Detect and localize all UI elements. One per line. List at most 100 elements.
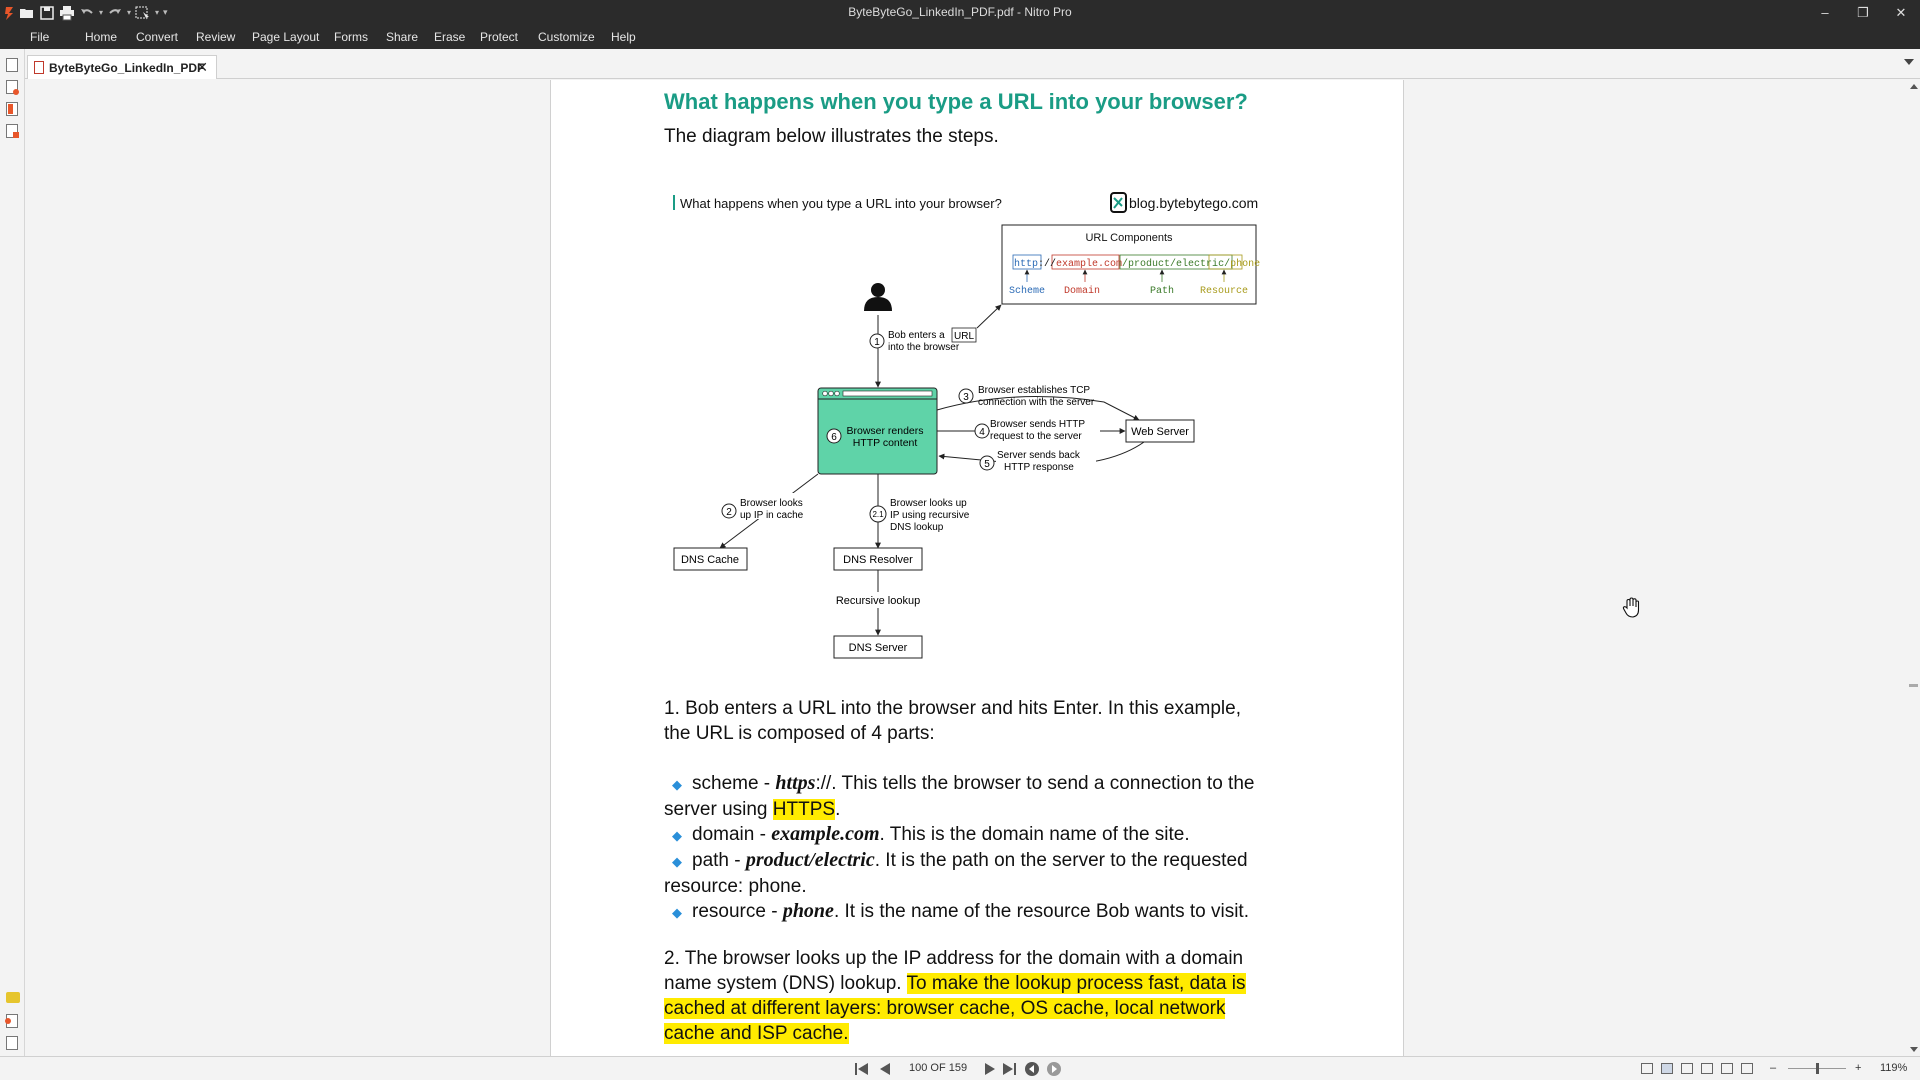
zoom-level[interactable]: 119%	[1880, 1062, 1907, 1074]
vertical-scrollbar[interactable]	[1907, 80, 1920, 1056]
window-title: ByteByteGo_LinkedIn_PDF.pdf - Nitro Pro	[848, 5, 1072, 19]
continuous-facing-view-icon[interactable]	[1701, 1063, 1713, 1074]
step1-label: Bob enters a	[888, 330, 945, 341]
restore-button[interactable]: ❐	[1844, 0, 1882, 25]
url-components-title: URL Components	[1085, 232, 1173, 244]
next-page-icon[interactable]	[984, 1063, 996, 1078]
url-flow-diagram: What happens when you type a URL into yo…	[664, 180, 1264, 665]
diamond-bullet-icon: ◆	[672, 854, 682, 869]
last-page-icon[interactable]	[1002, 1063, 1016, 1078]
step2-label: Browser looks	[740, 498, 803, 509]
browser-box: 6 Browser renders HTTP content	[817, 387, 938, 475]
next-view-icon[interactable]	[1047, 1062, 1061, 1079]
minimize-button[interactable]: –	[1806, 0, 1844, 25]
output-panel-icon[interactable]	[6, 1036, 18, 1050]
svg-text:2.1: 2.1	[872, 510, 884, 519]
continuous-view-icon[interactable]	[1661, 1063, 1673, 1074]
dns-cache-label: DNS Cache	[681, 554, 739, 566]
highlight-cache-sentence: To make the lookup process fast, data is	[906, 973, 1246, 994]
label-domain: Domain	[1064, 285, 1100, 297]
svg-text:3: 3	[963, 392, 969, 403]
diagram-header-bar	[673, 195, 675, 210]
label-path: Path	[1150, 285, 1174, 297]
previous-page-icon[interactable]	[879, 1063, 891, 1078]
step4-label: Browser sends HTTP	[990, 419, 1085, 430]
svg-text:request to the server: request to the server	[990, 431, 1082, 442]
svg-text:URL: URL	[954, 331, 974, 342]
step5-label: Server sends back	[997, 450, 1081, 461]
zoom-in-button[interactable]: +	[1855, 1062, 1861, 1074]
svg-text:into the browser: into the browser	[888, 342, 960, 353]
attachments-panel-icon[interactable]	[6, 102, 18, 116]
menu-review[interactable]: Review	[196, 30, 235, 44]
page-heading: What happens when you type a URL into yo…	[664, 89, 1248, 114]
svg-text:HTTP response: HTTP response	[1004, 462, 1074, 473]
label-scheme: Scheme	[1009, 285, 1045, 297]
step3-label: Browser establishes TCP	[978, 385, 1090, 396]
diagram-brand: blog.bytebytego.com	[1129, 195, 1258, 211]
paragraph-2: 2. The browser looks up the IP address f…	[664, 948, 1246, 1044]
bytebytego-logo-icon	[1110, 192, 1127, 213]
facing-view-icon[interactable]	[1681, 1063, 1693, 1074]
svg-text:DNS lookup: DNS lookup	[890, 522, 944, 533]
recursive-lookup-label: Recursive lookup	[836, 595, 920, 607]
menu-customize[interactable]: Customize	[538, 30, 595, 44]
menu-convert[interactable]: Convert	[136, 30, 178, 44]
menu-share[interactable]: Share	[386, 30, 418, 44]
diamond-bullet-icon: ◆	[672, 777, 682, 792]
scroll-thumb[interactable]	[1909, 684, 1918, 687]
menu-page-layout[interactable]: Page Layout	[252, 30, 319, 44]
page-indicator[interactable]: 100 OF 159	[909, 1062, 967, 1074]
left-panel-strip	[0, 49, 25, 1056]
web-server-label: Web Server	[1131, 426, 1189, 438]
comments-panel-icon[interactable]	[6, 992, 20, 1003]
bullet-domain: ◆ domain - example.com. This is the domai…	[672, 823, 1190, 845]
security-panel-icon[interactable]	[6, 124, 19, 138]
svg-text:5: 5	[984, 459, 990, 470]
step21-label: Browser looks up	[890, 498, 967, 509]
zoom-slider-thumb[interactable]	[1816, 1063, 1819, 1074]
document-tab[interactable]: ByteByteGo_LinkedIn_PDF ✕	[27, 55, 217, 79]
highlight-https: HTTPS	[772, 799, 836, 820]
tab-list-dropdown-icon[interactable]	[1904, 59, 1914, 65]
dns-resolver-label: DNS Resolver	[843, 554, 913, 566]
svg-text:Browser renders: Browser renders	[846, 425, 923, 437]
page-subheading: The diagram below illustrates the steps.	[664, 126, 999, 147]
zoom-out-button[interactable]: –	[1770, 1062, 1776, 1074]
title-bar: ▾ ▾ ▾ ▾ ByteByteGo_LinkedIn_PDF.pdf - Ni…	[0, 0, 1920, 25]
fit-width-icon[interactable]	[1741, 1063, 1753, 1074]
bookmarks-panel-icon[interactable]	[6, 80, 19, 95]
pdf-file-icon	[34, 61, 44, 74]
close-button[interactable]: ✕	[1882, 0, 1920, 25]
svg-text:connection with the server: connection with the server	[978, 397, 1095, 408]
scroll-up-icon[interactable]	[1910, 84, 1918, 89]
fit-page-icon[interactable]	[1721, 1063, 1733, 1074]
menu-forms[interactable]: Forms	[334, 30, 368, 44]
signatures-panel-icon[interactable]	[5, 1014, 18, 1028]
svg-text:1: 1	[874, 337, 880, 348]
menu-help[interactable]: Help	[611, 30, 636, 44]
menu-protect[interactable]: Protect	[480, 30, 518, 44]
previous-view-icon[interactable]	[1025, 1062, 1039, 1079]
menu-file[interactable]: File	[30, 30, 49, 44]
diagram-header: What happens when you type a URL into yo…	[680, 196, 1002, 211]
svg-text:6: 6	[831, 432, 837, 443]
svg-text:4: 4	[979, 427, 985, 438]
scroll-down-icon[interactable]	[1910, 1047, 1918, 1052]
menu-home[interactable]: Home	[85, 30, 117, 44]
menu-bar: File Home Convert Review Page Layout For…	[0, 25, 1920, 49]
svg-text:2: 2	[726, 507, 732, 518]
close-tab-icon[interactable]: ✕	[196, 59, 208, 76]
diamond-bullet-icon: ◆	[672, 905, 682, 920]
document-tab-label: ByteByteGo_LinkedIn_PDF	[49, 61, 205, 75]
tab-strip: ByteByteGo_LinkedIn_PDF ✕	[0, 49, 1920, 79]
paragraph-1: 1. Bob enters a URL into the browser and…	[664, 698, 1241, 744]
single-page-view-icon[interactable]	[1641, 1063, 1653, 1074]
menu-erase[interactable]: Erase	[434, 30, 465, 44]
first-page-icon[interactable]	[855, 1063, 869, 1078]
pages-panel-icon[interactable]	[6, 58, 18, 72]
user-icon	[864, 283, 892, 311]
svg-text:up IP in cache: up IP in cache	[740, 510, 804, 521]
diamond-bullet-icon: ◆	[672, 828, 682, 843]
label-resource: Resource	[1200, 286, 1248, 297]
